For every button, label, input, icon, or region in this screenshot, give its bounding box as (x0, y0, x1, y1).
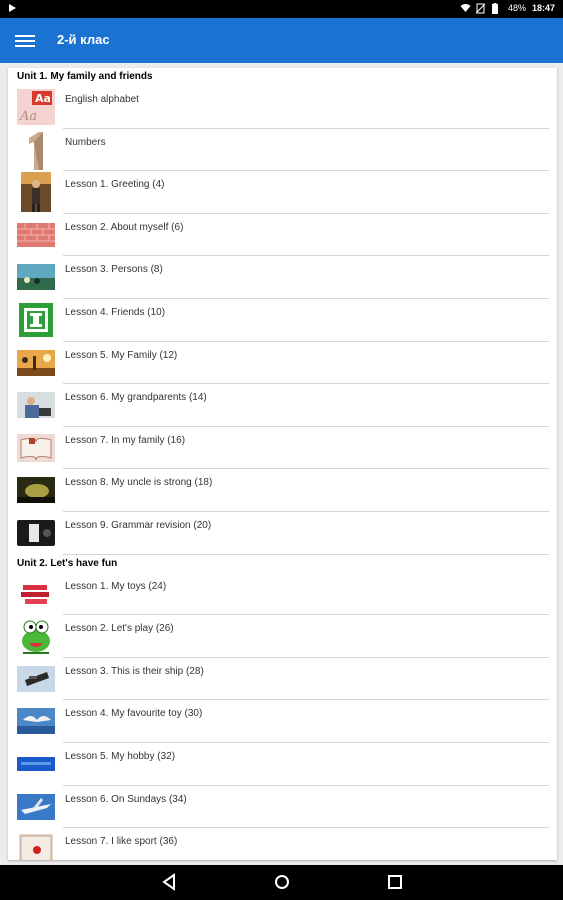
alphabet-thumbnail: Aa Aa (17, 88, 55, 126)
play-icon (8, 3, 17, 15)
seagull-thumbnail (17, 702, 55, 740)
list-item[interactable]: Lesson 3. Persons (8) (8, 256, 557, 299)
toys-text-thumbnail (17, 575, 55, 613)
list-item[interactable]: Lesson 4. Friends (10) (8, 299, 557, 342)
green-sign-thumbnail (17, 301, 55, 339)
list-item[interactable]: Numbers (8, 129, 557, 172)
list-item-label: Lesson 6. My grandparents (14) (65, 392, 207, 404)
battery-icon (491, 3, 502, 14)
back-icon[interactable] (160, 873, 178, 891)
list-item-label: Lesson 1. My toys (24) (65, 580, 167, 592)
svg-text:Aa: Aa (35, 92, 51, 105)
list-item-label: Lesson 4. Friends (10) (65, 306, 166, 318)
brick-thumbnail (17, 216, 55, 254)
no-sim-icon (475, 3, 486, 14)
sunset-thumbnail (17, 344, 55, 382)
list-item[interactable]: Lesson 7. In my family (16) (8, 427, 557, 470)
unit-header: Unit 2. Let's have fun (17, 557, 118, 569)
list-item-label: Lesson 7. In my family (16) (65, 434, 186, 446)
home-icon[interactable] (273, 873, 291, 891)
page-title: 2-й клас (57, 32, 110, 47)
device-thumbnail (17, 514, 55, 552)
landscape-thumbnail (17, 258, 55, 296)
blue-banner-thumbnail (17, 745, 55, 783)
list-item-label: Lesson 1. Greeting (4) (65, 179, 165, 191)
list-item[interactable]: Lesson 8. My uncle is strong (18) (8, 469, 557, 512)
list-item[interactable]: Lesson 2. About myself (6) (8, 214, 557, 257)
list-item-label: Lesson 4. My favourite toy (30) (65, 708, 203, 720)
list-item-label: Lesson 7. I like sport (36) (65, 836, 178, 848)
list-item[interactable]: Aa Aa English alphabet (8, 86, 557, 129)
list-item-label: Lesson 2. Let's play (26) (65, 623, 174, 635)
list-item-label: Numbers (65, 136, 106, 148)
grandparent-thumbnail (17, 386, 55, 424)
list-item-label: Lesson 3. Persons (8) (65, 264, 163, 276)
app-bar: 2-й клас (0, 18, 563, 63)
number-one-thumbnail (17, 131, 55, 170)
list-item[interactable]: Lesson 3. This is their ship (28) (8, 658, 557, 701)
status-bar: 48% 18:47 (0, 0, 563, 18)
person-thumbnail (17, 172, 55, 213)
dark-landscape-thumbnail (17, 471, 55, 509)
svg-text:Aa: Aa (19, 109, 37, 124)
list-item[interactable]: Lesson 1. Greeting (4) (8, 171, 557, 214)
clock: 18:47 (531, 3, 555, 13)
list-item[interactable]: Lesson 6. On Sundays (34) (8, 786, 557, 829)
list-item[interactable]: Lesson 9. Grammar revision (20) (8, 512, 557, 555)
list-item[interactable]: Lesson 5. My Family (12) (8, 342, 557, 385)
list-item-label: Lesson 3. This is their ship (28) (65, 665, 204, 677)
list-item-label: Lesson 6. On Sundays (34) (65, 793, 187, 805)
system-nav-bar (0, 865, 563, 900)
battery-percentage: 48% (507, 3, 526, 13)
unit-header: Unit 1. My family and friends (17, 71, 153, 82)
wifi-icon (460, 3, 471, 13)
list-item[interactable]: Lesson 5. My hobby (32) (8, 743, 557, 786)
green-monster-thumbnail (17, 617, 55, 655)
lesson-list-card: Unit 1. My family and friends Aa Aa Engl… (8, 68, 557, 860)
list-item[interactable]: Lesson 2. Let's play (26) (8, 615, 557, 658)
ship-thumbnail (17, 660, 55, 698)
recents-icon[interactable] (386, 873, 404, 891)
list-item[interactable]: Lesson 7. I like sport (36) (8, 828, 557, 860)
list-item-label: Lesson 5. My hobby (32) (65, 750, 176, 762)
list-item-label: Lesson 8. My uncle is strong (18) (65, 477, 213, 489)
sport-ball-thumbnail (17, 830, 55, 860)
list-item[interactable]: Lesson 4. My favourite toy (30) (8, 700, 557, 743)
list-item[interactable]: Lesson 6. My grandparents (14) (8, 384, 557, 427)
list-item[interactable]: Lesson 1. My toys (24) (8, 573, 557, 616)
list-item-label: Lesson 5. My Family (12) (65, 349, 178, 361)
list-item-label: Lesson 9. Grammar revision (20) (65, 519, 212, 531)
hamburger-menu-icon[interactable] (15, 32, 35, 48)
list-item-label: English alphabet (65, 94, 139, 105)
airplane-thumbnail (17, 788, 55, 826)
book-thumbnail (17, 429, 55, 467)
list-item-label: Lesson 2. About myself (6) (65, 221, 184, 233)
